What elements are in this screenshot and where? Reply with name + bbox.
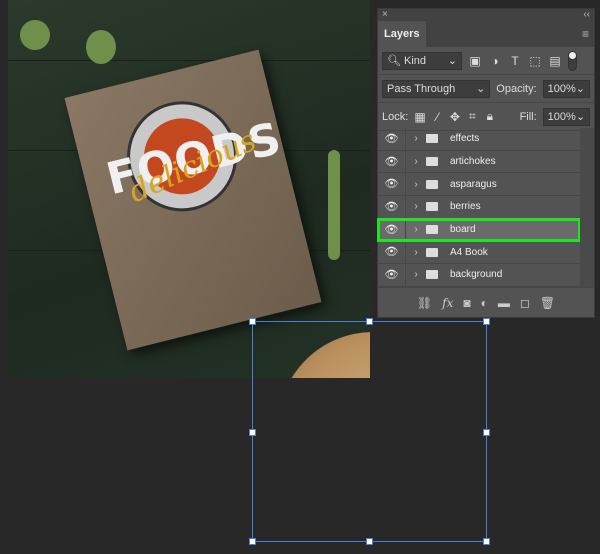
- eye-icon[interactable]: 👁︎: [378, 150, 406, 173]
- folder-icon: [426, 179, 438, 189]
- new-layer-icon[interactable]: ◻: [520, 296, 530, 310]
- layer-row-berries[interactable]: 👁︎ › berries: [378, 196, 580, 219]
- layer-row-asparagus[interactable]: 👁︎ › asparagus: [378, 173, 580, 197]
- handle-bottom-right[interactable]: [483, 538, 490, 545]
- chevron-down-icon: ⌄: [447, 55, 457, 67]
- eye-icon[interactable]: 👁︎: [378, 264, 406, 286]
- folder-icon: [426, 247, 438, 257]
- layer-row-effects[interactable]: 👁︎ › effects: [378, 128, 580, 151]
- handle-top-right[interactable]: [483, 318, 490, 325]
- layer-row-a4-book[interactable]: 👁︎ › A4 Book: [378, 241, 580, 265]
- folder-icon: [426, 157, 438, 167]
- lock-label: Lock:: [382, 110, 409, 123]
- layers-scrollbar[interactable]: [580, 128, 594, 287]
- move-icon[interactable]: ✥: [449, 110, 460, 124]
- book-artwork: FOODS delicious: [64, 49, 322, 351]
- layer-row-board[interactable]: 👁︎ › board: [377, 217, 581, 243]
- brush-icon[interactable]: ⁄: [432, 110, 443, 124]
- collapse-icon[interactable]: ‹‹: [583, 9, 590, 21]
- adjustment-icon[interactable]: ◑: [488, 54, 502, 68]
- blend-mode-value: Pass Through: [387, 82, 456, 95]
- handle-top[interactable]: [366, 318, 373, 325]
- eye-icon[interactable]: 👁︎: [378, 173, 406, 196]
- chevron-right-icon[interactable]: ›: [410, 269, 422, 280]
- layer-name: berries: [450, 201, 481, 213]
- layer-row-background[interactable]: 👁︎ › background: [378, 264, 580, 287]
- plank-line: [8, 60, 370, 61]
- transform-bounding-box[interactable]: [249, 318, 490, 545]
- filter-kind-dropdown[interactable]: 🔍︎ Kind ⌄: [382, 51, 462, 70]
- eye-icon[interactable]: 👁︎: [378, 128, 406, 150]
- opacity-label: Opacity:: [496, 82, 537, 95]
- trash-icon[interactable]: 🗑︎: [540, 296, 555, 310]
- chevron-right-icon[interactable]: ›: [410, 201, 422, 212]
- chevron-right-icon[interactable]: ›: [410, 179, 422, 190]
- chevron-down-icon: ⌄: [476, 83, 486, 95]
- image-icon[interactable]: ▣: [468, 54, 482, 68]
- chevron-down-icon[interactable]: ⌄: [576, 110, 585, 123]
- asparagus-art: [328, 150, 340, 260]
- adjustment-layer-icon[interactable]: ◐: [481, 296, 488, 310]
- folder-icon: [426, 270, 438, 280]
- chevron-right-icon[interactable]: ›: [410, 156, 422, 167]
- lock-icon[interactable]: 🔒︎: [484, 109, 495, 124]
- fill-value: 100%: [547, 110, 576, 123]
- artboard-icon[interactable]: ⌗: [467, 109, 478, 124]
- layer-name: effects: [450, 133, 480, 145]
- chevron-right-icon[interactable]: ›: [410, 224, 422, 235]
- eye-icon[interactable]: 👁︎: [378, 241, 406, 264]
- handle-bottom-left[interactable]: [249, 538, 256, 545]
- link-icon[interactable]: ⛓: [417, 296, 432, 310]
- shape-icon[interactable]: ⬚: [528, 54, 542, 68]
- folder-icon: [426, 225, 438, 235]
- layer-name: background: [450, 269, 503, 281]
- handle-bottom[interactable]: [366, 538, 373, 545]
- close-icon[interactable]: ×: [382, 9, 388, 21]
- folder-icon: [426, 134, 438, 144]
- tab-layers[interactable]: Layers: [378, 21, 426, 47]
- filter-toggle[interactable]: [568, 50, 577, 71]
- smart-object-icon[interactable]: ▤: [548, 54, 562, 68]
- layer-row-artichokes[interactable]: 👁︎ › artichokes: [378, 150, 580, 174]
- type-icon[interactable]: T: [508, 54, 522, 68]
- artichoke-art: [20, 20, 50, 50]
- eye-icon[interactable]: 👁︎: [378, 196, 406, 218]
- fx-icon[interactable]: fx: [442, 296, 453, 310]
- layers-panel: × ‹‹ Layers ≡ 🔍︎ Kind ⌄ ▣ ◑ T ⬚ ▤ Pass Th…: [377, 8, 595, 318]
- opacity-value: 100%: [547, 82, 576, 95]
- chevron-right-icon[interactable]: ›: [410, 133, 422, 144]
- chevron-down-icon[interactable]: ⌄: [576, 82, 585, 95]
- fill-label: Fill:: [519, 110, 537, 123]
- lock-transparent-icon[interactable]: ▦: [414, 110, 425, 124]
- layer-name: board: [450, 224, 476, 236]
- fill-field[interactable]: 100% ⌄: [542, 107, 591, 126]
- chevron-right-icon[interactable]: ›: [410, 247, 422, 258]
- layer-name: A4 Book: [450, 246, 488, 258]
- eye-icon[interactable]: 👁︎: [378, 218, 406, 241]
- search-icon: 🔍︎: [387, 55, 401, 67]
- blend-mode-dropdown[interactable]: Pass Through ⌄: [382, 79, 491, 98]
- folder-icon: [426, 202, 438, 212]
- layer-name: artichokes: [450, 156, 496, 168]
- filter-kind-value: Kind: [404, 55, 427, 67]
- handle-left[interactable]: [249, 429, 256, 436]
- hamburger-icon[interactable]: ≡: [577, 21, 594, 47]
- layers-list: 👁︎ › effects 👁︎ › artichokes 👁︎ › asparagus 👁︎ › be…: [377, 128, 581, 287]
- handle-right[interactable]: [483, 429, 490, 436]
- handle-top-left[interactable]: [249, 318, 256, 325]
- artichoke-art: [86, 30, 116, 64]
- new-group-icon[interactable]: ▬: [498, 296, 510, 310]
- layer-name: asparagus: [450, 178, 497, 190]
- mask-icon[interactable]: ◙: [463, 296, 470, 310]
- opacity-field[interactable]: 100% ⌄: [542, 79, 590, 98]
